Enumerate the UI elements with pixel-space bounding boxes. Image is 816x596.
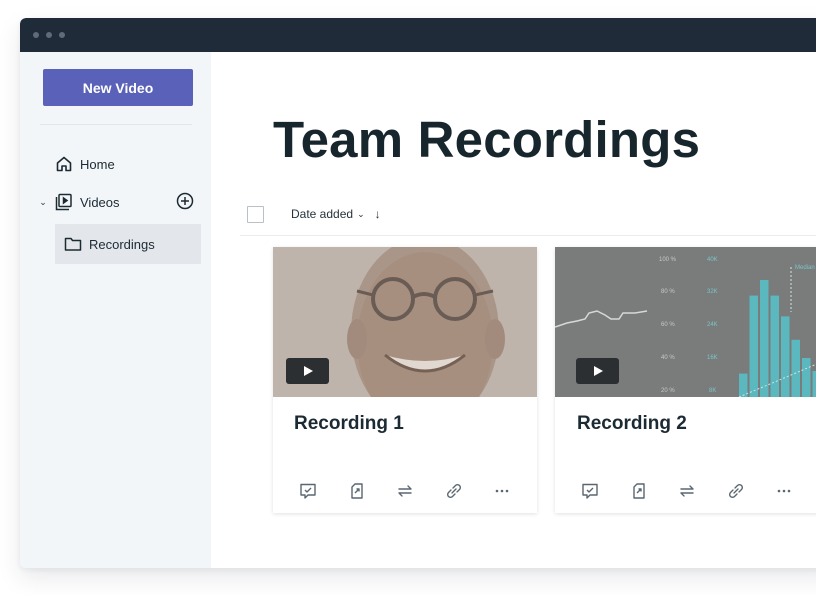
sort-label: Date added [291,207,354,221]
play-button[interactable] [286,358,329,384]
folder-icon [64,235,82,253]
thumb-axis-label: 8K [709,388,717,394]
sidebar-item-recordings[interactable]: Recordings [55,224,201,264]
thumb-axis-label: 40 % [661,355,675,361]
thumb-chart-bar [791,339,800,397]
thumb-chart-bar [749,295,758,397]
play-icon [593,366,603,376]
select-all-checkbox[interactable] [247,205,264,223]
sidebar-item-label: Recordings [89,236,155,252]
thumb-chart-bar [760,280,769,397]
recording-card[interactable]: Recording 1 [273,247,537,513]
sidebar-divider [40,124,192,125]
toolbar-divider [240,235,816,236]
link-icon[interactable] [437,480,471,502]
add-circle-icon[interactable] [176,192,194,210]
card-actions [291,480,519,502]
sidebar-item-videos[interactable]: ⌄ Videos [39,192,194,212]
more-icon[interactable] [485,480,519,502]
swap-icon[interactable] [388,480,422,502]
video-library-icon [55,193,73,211]
sort-dropdown[interactable]: Date added ⌄ [291,207,365,221]
window-dot-close[interactable] [33,32,39,38]
window-titlebar [20,18,816,52]
sidebar-item-home[interactable]: Home [55,154,115,174]
window-dot-maximize[interactable] [59,32,65,38]
more-icon[interactable] [767,480,801,502]
thumb-axis-label: 20 % [661,388,675,394]
thumb-axis-label: 80 % [661,289,675,295]
play-icon [303,366,313,376]
card-title[interactable]: Recording 2 [577,413,687,435]
card-actions [573,480,801,502]
sidebar-item-label: Home [80,156,115,172]
comment-check-icon[interactable] [573,480,607,502]
home-icon [55,155,73,173]
thumb-chart-bar [781,316,790,397]
thumb-chart-bar [802,358,811,397]
sidebar: New Video Home ⌄ Videos Recordings [20,52,211,568]
window-dot-minimize[interactable] [46,32,52,38]
arrow-down-icon[interactable]: ↓ [375,207,381,221]
recording-card[interactable]: 100 % 80 % 60 % 40 % 20 % 40K 32K 24K 16… [555,247,816,513]
thumb-axis-label: 24K [707,322,718,328]
thumb-annotation: Median [795,265,815,271]
video-thumbnail[interactable] [273,247,537,397]
swap-icon[interactable] [670,480,704,502]
thumb-chart-bar [770,295,779,397]
new-video-button[interactable]: New Video [43,69,193,106]
thumb-chart-bar [812,371,816,397]
export-file-icon[interactable] [340,480,374,502]
thumb-axis-label: 100 % [659,257,677,263]
chevron-down-icon[interactable]: ⌄ [39,197,47,208]
thumb-axis-label: 16K [707,355,718,361]
video-thumbnail[interactable]: 100 % 80 % 60 % 40 % 20 % 40K 32K 24K 16… [555,247,816,397]
card-title[interactable]: Recording 1 [294,413,404,435]
thumb-axis-label: 32K [707,289,718,295]
play-button[interactable] [576,358,619,384]
sidebar-item-label: Videos [80,194,120,210]
list-toolbar: Date added ⌄ ↓ [247,204,381,224]
link-icon[interactable] [719,480,753,502]
comment-check-icon[interactable] [291,480,325,502]
page-title: Team Recordings [273,111,701,168]
app-window: New Video Home ⌄ Videos Recordings Team … [20,18,816,568]
export-file-icon[interactable] [622,480,656,502]
main-content: Team Recordings Date added ⌄ ↓ Recording… [211,52,816,568]
chevron-down-icon: ⌄ [357,208,365,219]
thumb-axis-label: 60 % [661,322,675,328]
thumb-axis-label: 40K [707,257,718,263]
